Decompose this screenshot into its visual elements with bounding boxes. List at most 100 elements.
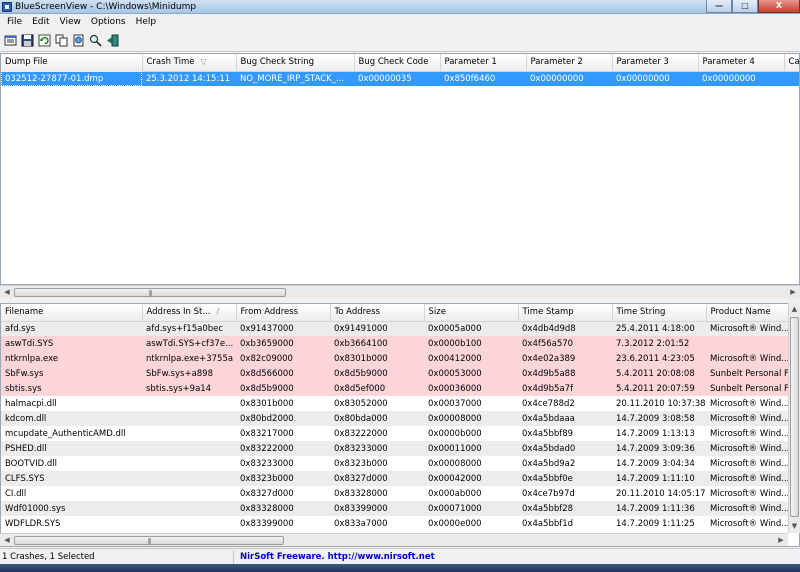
scroll-right-icon[interactable]: ▶ <box>775 535 787 546</box>
menu-view[interactable]: View <box>55 17 86 27</box>
col-to-address[interactable]: To Address <box>330 304 425 322</box>
cell: 0x4ce788d2 <box>522 398 575 409</box>
cell: 0x4d9b5a7f <box>518 381 612 396</box>
cell: 0x00008000 <box>424 411 518 426</box>
driver-list-vscrollbar[interactable]: ▲ ▼ <box>788 303 800 533</box>
cell: 14.7.2009 1:11:25 <box>616 518 695 529</box>
crash-row[interactable]: 032512-27877-01.dmp 25.3.2012 14:15:11 N… <box>1 71 799 86</box>
crash-list: Dump File Crash Time ▽ Bug Check String B… <box>0 53 800 285</box>
col-dump-file[interactable]: Dump File <box>1 54 143 72</box>
col-filename[interactable]: Filename <box>1 304 143 322</box>
col-bug-check-code[interactable]: Bug Check Code <box>354 54 441 72</box>
col-address-in-stack[interactable]: Address In St... / <box>142 304 237 322</box>
scroll-down-icon[interactable]: ▼ <box>789 521 800 532</box>
cell: 14.7.2009 1:13:13 <box>616 428 695 439</box>
cell: 14.7.2009 1:11:10 <box>612 471 706 486</box>
close-button[interactable]: X <box>758 0 800 13</box>
col-parameter-1[interactable]: Parameter 1 <box>440 54 527 72</box>
driver-row[interactable]: PSHED.dll 0x83222000 0x83233000 0x00011000 0… <box>1 441 789 456</box>
driver-row[interactable]: ntkrnlpa.exe ntkrnlpa.exe+3755a 0x82c09000… <box>1 351 789 366</box>
cell: Microsoft® Wind... <box>706 471 789 486</box>
scroll-right-icon[interactable]: ▶ <box>787 287 799 298</box>
scroll-left-icon[interactable]: ◀ <box>1 535 13 546</box>
cell: CI.dll <box>5 488 27 499</box>
col-from-address[interactable]: From Address <box>236 304 331 322</box>
refresh-icon[interactable] <box>37 34 52 48</box>
cell: Microsoft® Wind... <box>710 458 789 469</box>
col-bug-check-string[interactable]: Bug Check String <box>236 54 355 72</box>
window-title: BlueScreenView - C:\Windows\Minidump <box>15 1 197 12</box>
col-size[interactable]: Size <box>424 304 519 322</box>
cell: 0x00011000 <box>424 441 518 456</box>
cell: 0x8d5b9000 <box>236 381 330 396</box>
col-crash-time[interactable]: Crash Time ▽ <box>142 54 237 72</box>
maximize-button[interactable]: □ <box>732 0 758 13</box>
scroll-thumb[interactable]: ||| <box>14 288 286 297</box>
scroll-left-icon[interactable]: ◀ <box>1 287 13 298</box>
driver-row[interactable]: BOOTVID.dll 0x83233000 0x8323b000 0x0000800… <box>1 456 789 471</box>
cell: 0x00412000 <box>424 351 518 366</box>
cell: 0x83222000 <box>334 428 388 439</box>
window-controls: — □ X <box>706 0 800 14</box>
col-parameter-2[interactable]: Parameter 2 <box>526 54 613 72</box>
cell: 0x4a5bbf0e <box>518 471 612 486</box>
col-product-name[interactable]: Product Name <box>706 304 790 322</box>
cell: afd.sys+f15a0bec <box>142 321 236 336</box>
cell: 0x00000000 <box>612 71 698 86</box>
scroll-thumb[interactable] <box>790 317 799 517</box>
minimize-button[interactable]: — <box>706 0 732 13</box>
copy-icon[interactable] <box>54 34 69 48</box>
cell: 0x00053000 <box>424 366 518 381</box>
col-caused-by[interactable]: Ca <box>784 54 799 72</box>
cell: 0x850f6460 <box>440 71 526 86</box>
col-time-stamp[interactable]: Time Stamp <box>518 304 613 322</box>
col-time-string[interactable]: Time String <box>612 304 707 322</box>
driver-row[interactable]: SbFw.sys SbFw.sys+a898 0x8d566000 0x8d5b900… <box>1 366 789 381</box>
exit-icon[interactable] <box>105 34 120 48</box>
menu-edit[interactable]: Edit <box>27 17 54 27</box>
nirsoft-link[interactable]: NirSoft Freeware. http://www.nirsoft.net <box>234 552 435 562</box>
find-icon[interactable] <box>88 34 103 48</box>
driver-row[interactable]: Wdf01000.sys 0x83328000 0x83399000 0x000710… <box>1 501 789 516</box>
driver-row[interactable]: sbtis.sys sbtis.sys+9a14 0x8d5b9000 0x8d5ef… <box>1 381 789 396</box>
cell <box>142 411 236 426</box>
save-icon[interactable] <box>20 34 35 48</box>
cell: WDFLDR.SYS <box>5 518 61 529</box>
cell <box>142 441 236 456</box>
driver-list-hscrollbar[interactable]: ◀ ||| ▶ <box>0 533 788 546</box>
cell: CLFS.SYS <box>1 471 142 486</box>
driver-row[interactable]: halmacpi.dll 0x8301b000 0x83052000 0x000370… <box>1 396 789 411</box>
driver-row[interactable]: CI.dll 0x8327d000 0x83328000 0x000ab000 0x4c… <box>1 486 789 501</box>
cell: 0x4d9b5a88 <box>518 366 612 381</box>
cell <box>142 471 236 486</box>
scroll-up-icon[interactable]: ▲ <box>789 304 800 315</box>
driver-row[interactable]: kdcom.dll 0x80bd2000 0x80bda000 0x00008000 0… <box>1 411 789 426</box>
menu-help[interactable]: Help <box>131 17 162 27</box>
menu-file[interactable]: File <box>2 17 27 27</box>
col-parameter-4[interactable]: Parameter 4 <box>698 54 785 72</box>
cell: 5.4.2011 20:07:59 <box>612 381 706 396</box>
driver-row[interactable]: afd.sys afd.sys+f15a0bec 0x91437000 0x91491… <box>1 321 789 336</box>
driver-row[interactable]: CLFS.SYS 0x8323b000 0x8327d000 0x00042000 0x… <box>1 471 789 486</box>
cell: 0xb3659000 <box>236 336 330 351</box>
html-report-icon[interactable] <box>71 34 86 48</box>
cell: 0x00000000 <box>526 71 612 86</box>
menu-options[interactable]: Options <box>86 17 131 27</box>
cell: 0x00008000 <box>428 458 482 469</box>
cell: sbtis.sys <box>1 381 142 396</box>
driver-row[interactable]: WDFLDR.SYS 0x83399000 0x833a7000 0x0000e000… <box>1 516 789 531</box>
col-parameter-3[interactable]: Parameter 3 <box>612 54 699 72</box>
properties-icon[interactable] <box>3 34 18 48</box>
scroll-thumb[interactable]: ||| <box>14 536 284 545</box>
menu-bar: File Edit View Options Help <box>0 14 800 30</box>
cell: 0x83233000 <box>330 441 424 456</box>
cell <box>706 336 789 351</box>
cell: 0x00042000 <box>424 471 518 486</box>
cell: 0x80bd2000 <box>236 411 330 426</box>
cell: 0x83399000 <box>330 501 424 516</box>
cell: 25.3.2012 14:15:11 <box>142 71 236 86</box>
driver-row[interactable]: aswTdi.SYS aswTdi.SYS+cf37e... 0xb3659000 0… <box>1 336 789 351</box>
crash-list-hscrollbar[interactable]: ◀ ||| ▶ <box>0 285 800 298</box>
cell: 0xb3664100 <box>330 336 424 351</box>
driver-row[interactable]: mcupdate_AuthenticAMD.dll 0x83217000 0x832… <box>1 426 789 441</box>
